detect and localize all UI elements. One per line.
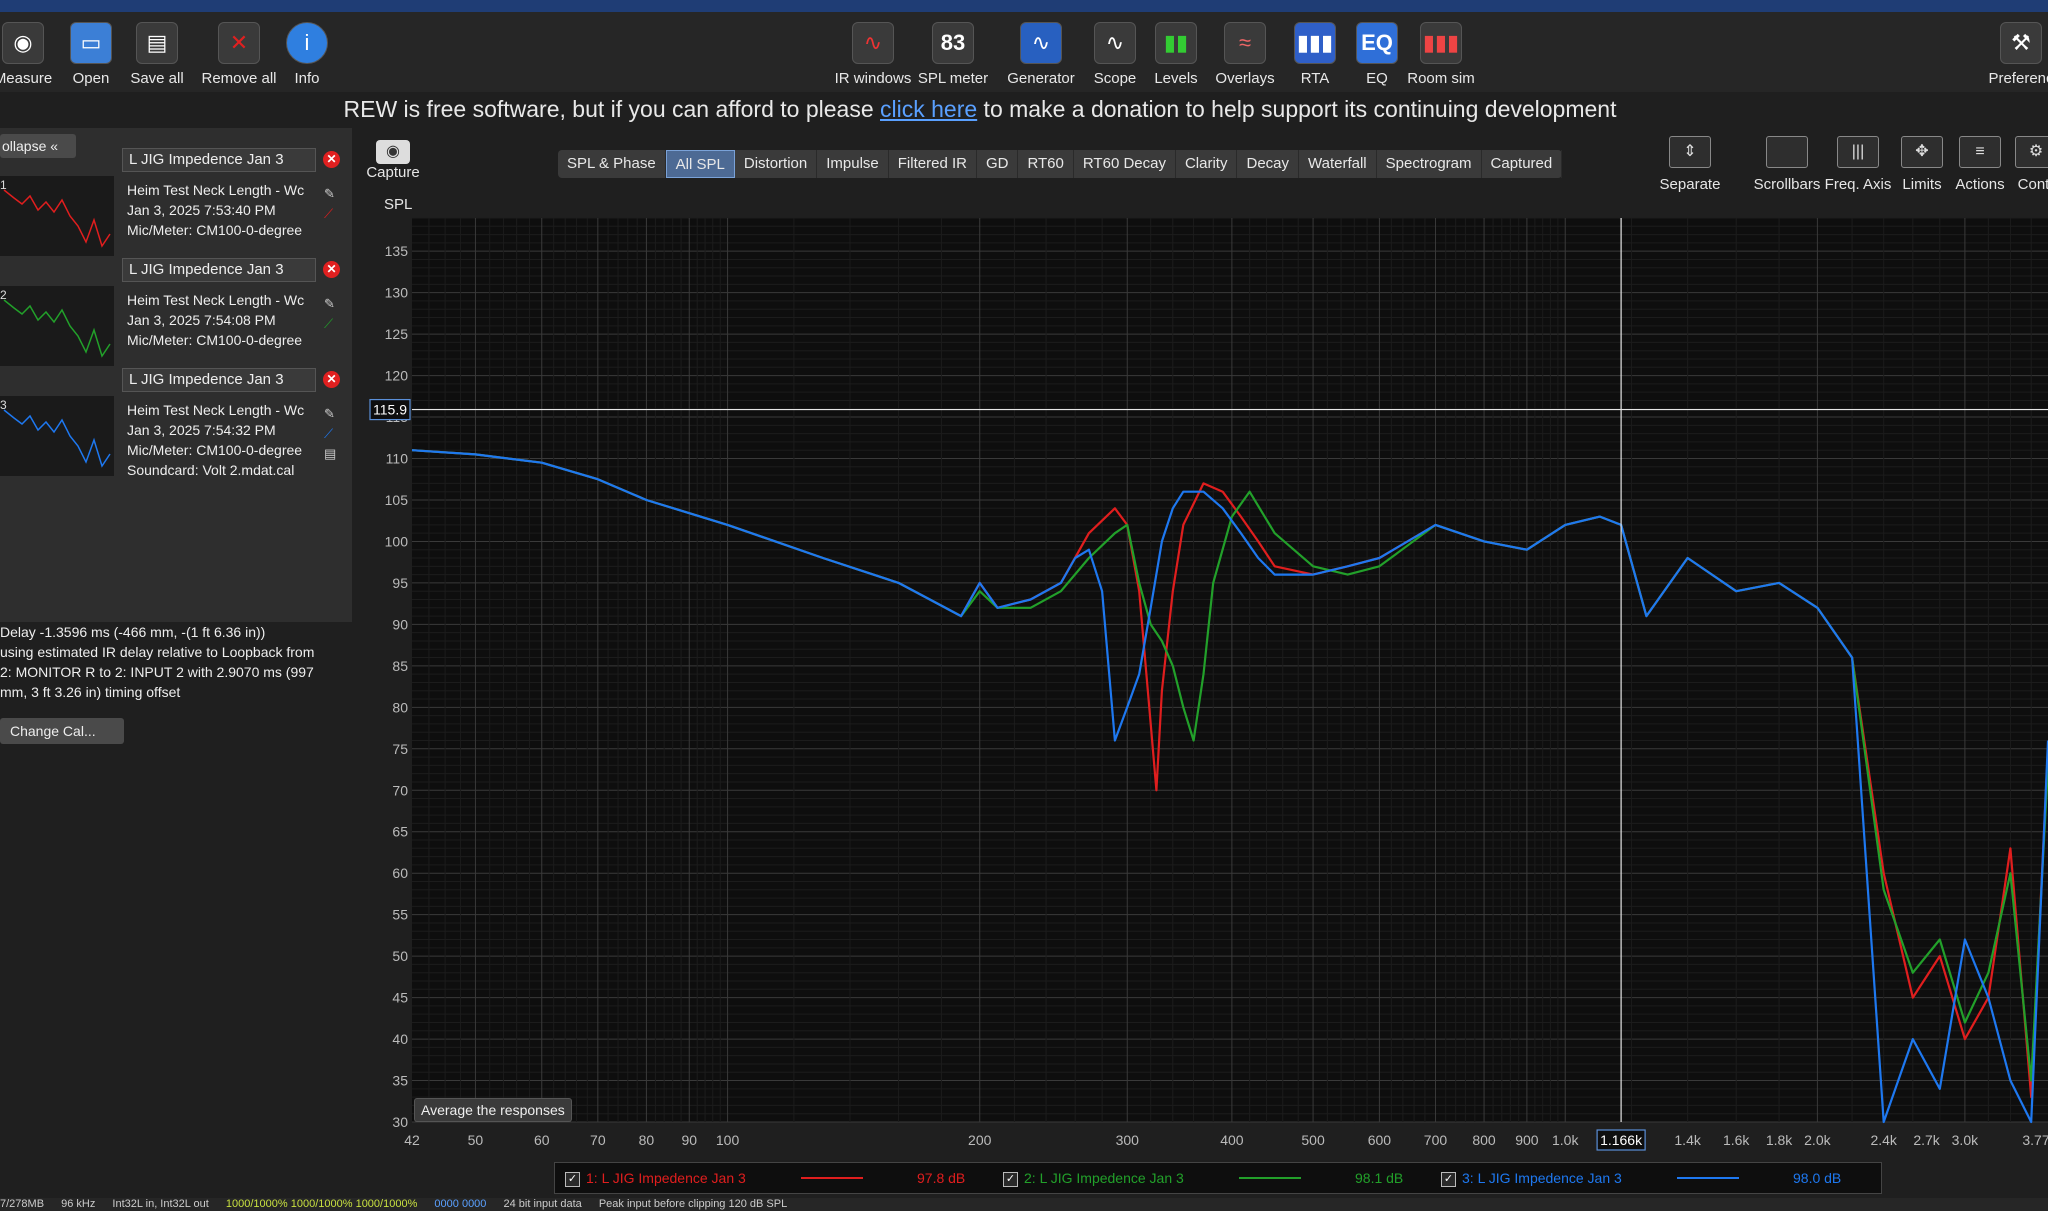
legend-swatch: [1677, 1177, 1739, 1179]
spl-graph[interactable]: 30 35 40 45 50 55 60 65 70 75 80 85 90 95 100 105 110 115…: [0, 0, 2048, 1211]
y-axis-ticks: 3035404550556065707580859095100105110115…: [385, 243, 409, 1130]
x-tick-label: 3.0k: [1952, 1132, 1979, 1148]
y-tick-label: 65: [392, 824, 408, 840]
y-tick-label: 130: [385, 285, 409, 301]
x-tick-label: 2.7k: [1913, 1132, 1940, 1148]
legend-checkbox[interactable]: ✓: [565, 1171, 580, 1187]
y-tick-label: 120: [385, 368, 409, 384]
legend-item[interactable]: ✓ 2: L JIG Impedence Jan 3 98.1 dB: [1003, 1163, 1433, 1193]
x-tick-label: 1.6k: [1723, 1132, 1750, 1148]
y-tick-label: 85: [392, 658, 408, 674]
x-tick-label: 300: [1116, 1132, 1140, 1148]
x-tick-label: 800: [1472, 1132, 1496, 1148]
graph-background: [412, 218, 2048, 1122]
y-tick-label: 135: [385, 243, 409, 259]
legend-checkbox[interactable]: ✓: [1003, 1171, 1018, 1187]
legend-bar: ✓ 1: L JIG Impedence Jan 3 97.8 dB ✓ 2: L J…: [554, 1162, 1882, 1194]
x-tick-label: 600: [1368, 1132, 1392, 1148]
x-tick-label: 1.4k: [1674, 1132, 1701, 1148]
x-tick-label: 1.0k: [1552, 1132, 1579, 1148]
y-tick-label: 60: [392, 865, 408, 881]
y-tick-label: 110: [386, 451, 409, 467]
x-tick-label: 400: [1220, 1132, 1244, 1148]
y-tick-label: 70: [392, 782, 408, 798]
y-tick-label: 40: [392, 1031, 408, 1047]
x-tick-label: 70: [590, 1132, 606, 1148]
x-axis-ticks: 42 50 60 70 80 90 100 200 300 400 500 600 700 800 900 1…: [404, 1132, 2048, 1148]
y-tick-label: 50: [392, 948, 408, 964]
y-tick-label: 45: [392, 990, 408, 1006]
y-tick-label: 30: [392, 1114, 408, 1130]
y-tick-label: 80: [392, 699, 408, 715]
y-tick-label: 90: [392, 616, 408, 632]
legend-item[interactable]: ✓ 3: L JIG Impedence Jan 3 98.0 dB: [1441, 1163, 1871, 1193]
x-tick-label: 2.4k: [1870, 1132, 1897, 1148]
y-tick-label: 55: [392, 907, 408, 923]
x-tick-label: 80: [639, 1132, 655, 1148]
cursor-x-readout: 1.166k: [1600, 1132, 1643, 1148]
y-tick-label: 35: [392, 1073, 408, 1089]
y-tick-label: 105: [385, 492, 409, 508]
legend-checkbox[interactable]: ✓: [1441, 1171, 1456, 1187]
y-tick-label: 125: [385, 326, 409, 342]
x-tick-label: 2.0k: [1804, 1132, 1831, 1148]
legend-swatch: [1239, 1177, 1301, 1179]
x-tick-label: 60: [534, 1132, 550, 1148]
x-tick-label: 90: [681, 1132, 697, 1148]
x-tick-label: 42: [404, 1132, 420, 1148]
x-tick-label: 200: [968, 1132, 992, 1148]
average-responses-button[interactable]: Average the responses: [414, 1098, 572, 1122]
y-tick-label: 75: [392, 741, 408, 757]
cursor-y-readout: 115.9: [373, 402, 407, 418]
x-tick-label: 50: [468, 1132, 484, 1148]
y-tick-label: 100: [385, 533, 409, 549]
status-bar: 7/278MB 96 kHz Int32L in, Int32L out 100…: [0, 1198, 2048, 1211]
x-tick-label: 1.8k: [1766, 1132, 1793, 1148]
x-tick-label: 900: [1515, 1132, 1539, 1148]
x-tick-label: 700: [1424, 1132, 1448, 1148]
x-tick-label: 3.77: [2022, 1132, 2048, 1148]
x-tick-label: 100: [716, 1132, 740, 1148]
y-tick-label: 95: [392, 575, 408, 591]
x-tick-label: 500: [1301, 1132, 1325, 1148]
legend-item[interactable]: ✓ 1: L JIG Impedence Jan 3 97.8 dB: [565, 1163, 995, 1193]
legend-swatch: [801, 1177, 863, 1179]
